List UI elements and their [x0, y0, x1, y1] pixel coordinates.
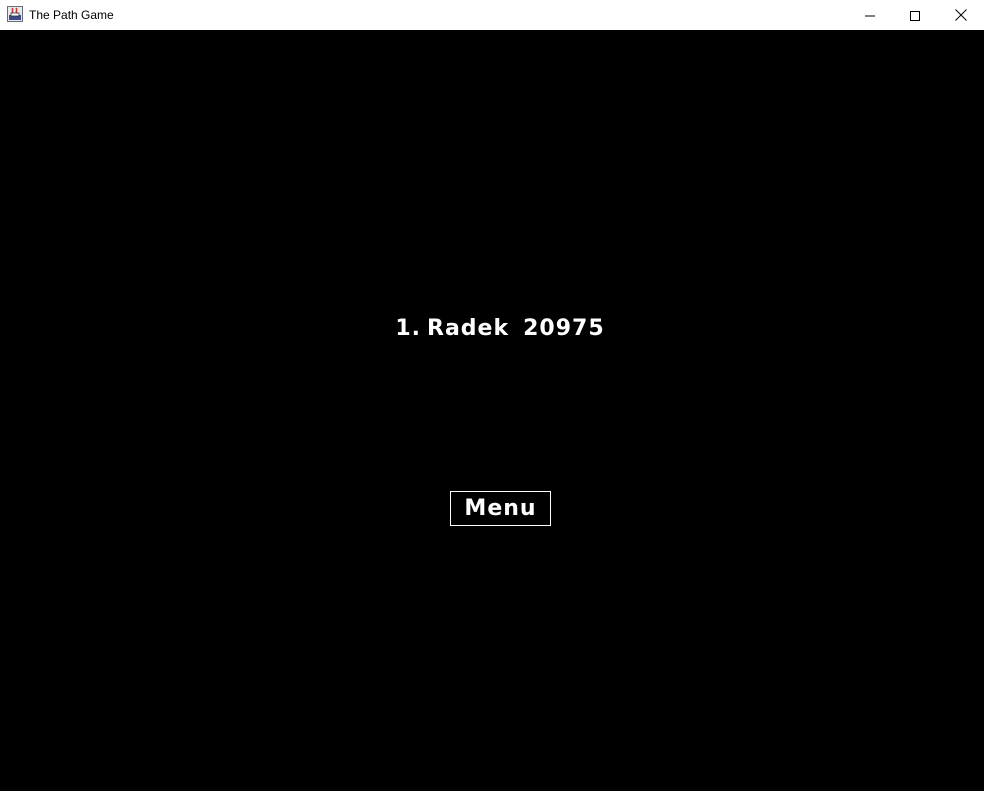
java-app-icon: [7, 6, 23, 22]
game-canvas: 1. Radek 20975 Menu: [0, 30, 984, 791]
highscore-score: 20975: [523, 316, 605, 341]
minimize-icon: [865, 6, 875, 25]
highscore-rank: 1.: [395, 316, 422, 341]
close-button[interactable]: [938, 0, 984, 30]
window-title: The Path Game: [29, 8, 114, 22]
minimize-button[interactable]: [847, 0, 893, 30]
game-window: The Path Game 1. Radek 20975 Menu: [0, 0, 984, 791]
maximize-icon: [910, 6, 920, 25]
menu-button-label: Menu: [464, 496, 537, 521]
menu-button[interactable]: Menu: [450, 491, 551, 526]
close-icon: [955, 6, 967, 25]
title-bar[interactable]: The Path Game: [0, 0, 984, 30]
maximize-button[interactable]: [892, 0, 938, 30]
highscore-name: Radek: [427, 316, 510, 341]
highscore-entry: 1. Radek 20975: [0, 316, 984, 341]
